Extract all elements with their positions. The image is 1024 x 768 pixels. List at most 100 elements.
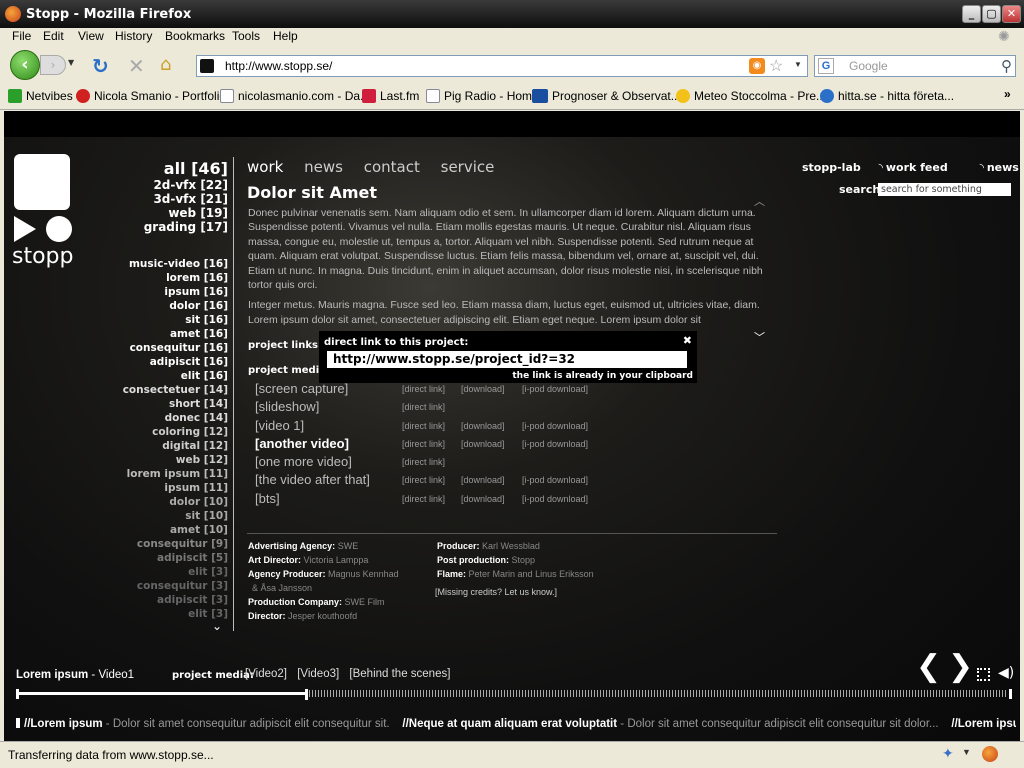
player-media-bts[interactable]: [Behind the scenes] (349, 668, 450, 680)
search-placeholder[interactable]: Google (849, 59, 888, 73)
tag-item[interactable]: elit [3] (114, 607, 228, 621)
history-dropdown-icon[interactable]: ▼ (68, 58, 74, 67)
maximize-button[interactable]: ▢ (982, 5, 1001, 23)
ipod-download-link[interactable]: [i-pod download] (522, 439, 588, 449)
direct-link[interactable]: [direct link] (402, 494, 445, 504)
tag-item[interactable]: web [12] (114, 453, 228, 467)
search-icon[interactable]: ⚲ (1001, 57, 1012, 75)
tag-item[interactable]: consequitur [3] (114, 579, 228, 593)
media-name-link[interactable]: [screen capture] (255, 381, 348, 396)
category-all[interactable]: all [46] (124, 159, 228, 178)
stopp-logo-square[interactable] (14, 154, 70, 210)
player-media-video3[interactable]: [Video3] (297, 668, 339, 680)
download-link[interactable]: [download] (461, 421, 505, 431)
ticker-headline[interactable]: //Neque at quam aliquam erat voluptatit (402, 718, 617, 730)
menu-help[interactable]: Help (273, 29, 298, 43)
media-name-link[interactable]: [one more video] (255, 454, 352, 469)
category-grading[interactable]: grading [17] (124, 220, 228, 234)
firefox-status-icon[interactable] (982, 746, 998, 762)
media-name-link[interactable]: [video 1] (255, 418, 304, 433)
direct-link[interactable]: [direct link] (402, 457, 445, 467)
previous-arrow-icon[interactable]: ❮ (916, 649, 941, 684)
tag-item[interactable]: adipiscit [3] (114, 593, 228, 607)
address-bar[interactable]: http://www.stopp.se/ ◉ ☆ ▼ (196, 55, 808, 77)
media-name-link[interactable]: [another video] (255, 436, 349, 451)
download-link[interactable]: [download] (461, 439, 505, 449)
tag-item[interactable]: adipiscit [5] (114, 551, 228, 565)
bookmark-meteo[interactable]: Meteo Stoccolma - Pre... (676, 89, 826, 103)
missing-credits-link[interactable]: [Missing credits? Let us know.] (435, 585, 557, 599)
tag-item[interactable]: donec [14] (114, 411, 228, 425)
tag-item[interactable]: short [14] (114, 397, 228, 411)
menu-edit[interactable]: Edit (43, 29, 64, 43)
news-feed-link[interactable]: ◝news feed (980, 161, 1020, 174)
tag-item[interactable]: sit [10] (114, 509, 228, 523)
tag-item[interactable]: elit [3] (114, 565, 228, 579)
address-dropdown-icon[interactable]: ▼ (794, 60, 802, 69)
addon-dropdown-icon[interactable]: ▼ (962, 747, 971, 757)
category-web[interactable]: web [19] (124, 206, 228, 220)
stopp-lab-link[interactable]: stopp-lab (802, 161, 861, 174)
logo-text[interactable]: stopp (12, 244, 73, 269)
tag-item[interactable]: ipsum [11] (114, 481, 228, 495)
direct-link[interactable]: [direct link] (402, 475, 445, 485)
tag-item[interactable]: music-video [16] (114, 257, 228, 271)
media-name-link[interactable]: [slideshow] (255, 399, 319, 414)
direct-link[interactable]: [direct link] (402, 439, 445, 449)
site-search-input[interactable]: search for something (878, 183, 1011, 196)
tag-item[interactable]: digital [12] (114, 439, 228, 453)
tab-service[interactable]: service (441, 158, 495, 176)
tag-item[interactable]: consequitur [16] (114, 341, 228, 355)
close-button[interactable]: ✕ (1002, 5, 1021, 23)
direct-link[interactable]: [direct link] (402, 402, 445, 412)
tag-item[interactable]: consectetuer [14] (114, 383, 228, 397)
bookmark-pig-radio[interactable]: Pig Radio - Home (426, 89, 539, 103)
tag-item[interactable]: amet [10] (114, 523, 228, 537)
media-name-link[interactable]: [the video after that] (255, 472, 370, 487)
bookmark-netvibes[interactable]: Netvibes (8, 89, 73, 103)
rss-feed-icon[interactable]: ◉ (749, 58, 765, 74)
bookmark-prognoser[interactable]: Prognoser & Observat... (532, 89, 681, 103)
menu-file[interactable]: File (12, 29, 31, 43)
tag-item[interactable]: elit [16] (114, 369, 228, 383)
menu-history[interactable]: History (115, 29, 152, 43)
tag-item[interactable]: ipsum [16] (114, 285, 228, 299)
direct-link[interactable]: [direct link] (402, 421, 445, 431)
speaker-icon[interactable]: ◀) (998, 665, 1014, 681)
next-arrow-icon[interactable]: ❯ (948, 649, 973, 684)
search-box[interactable]: G Google ⚲ (814, 55, 1016, 77)
fullscreen-icon[interactable] (977, 668, 990, 681)
scroll-down-icon[interactable]: ﹀ (754, 329, 765, 345)
tag-item[interactable]: coloring [12] (114, 425, 228, 439)
tab-news[interactable]: news (304, 158, 343, 176)
menu-bookmarks[interactable]: Bookmarks (165, 29, 225, 43)
player-media-video2[interactable]: [Video2] (245, 668, 287, 680)
progress-handle[interactable] (305, 689, 308, 700)
menu-view[interactable]: View (78, 29, 104, 43)
category-2d-vfx[interactable]: 2d-vfx [22] (124, 178, 228, 192)
tag-item[interactable]: dolor [16] (114, 299, 228, 313)
tag-item[interactable]: amet [16] (114, 327, 228, 341)
ipod-download-link[interactable]: [i-pod download] (522, 475, 588, 485)
menu-tools[interactable]: Tools (232, 29, 260, 43)
tag-item[interactable]: dolor [10] (114, 495, 228, 509)
reload-icon[interactable]: ↻ (92, 54, 109, 78)
address-url[interactable]: http://www.stopp.se/ (225, 59, 332, 73)
download-link[interactable]: [download] (461, 494, 505, 504)
bookmark-nicola-portfolio[interactable]: Nicola Smanio - Portfolio (76, 89, 226, 103)
video-progress-bar[interactable] (16, 689, 1012, 700)
download-link[interactable]: [download] (461, 475, 505, 485)
tag-item[interactable]: lorem [16] (114, 271, 228, 285)
bookmark-star-icon[interactable]: ☆ (769, 56, 783, 76)
category-3d-vfx[interactable]: 3d-vfx [21] (124, 192, 228, 206)
google-icon[interactable]: G (818, 58, 834, 74)
popup-close-icon[interactable]: ✖ (683, 334, 692, 347)
bookmark-lastfm[interactable]: Last.fm (362, 89, 419, 103)
stop-icon[interactable]: ✕ (128, 54, 145, 78)
tag-item[interactable]: consequitur [9] (114, 537, 228, 551)
ticker-headline[interactable]: //Lorem ipsum (24, 718, 103, 730)
media-name-link[interactable]: [bts] (255, 491, 280, 506)
ipod-download-link[interactable]: [i-pod download] (522, 421, 588, 431)
bookmarks-overflow-icon[interactable]: » (1004, 87, 1011, 101)
ipod-download-link[interactable]: [i-pod download] (522, 494, 588, 504)
